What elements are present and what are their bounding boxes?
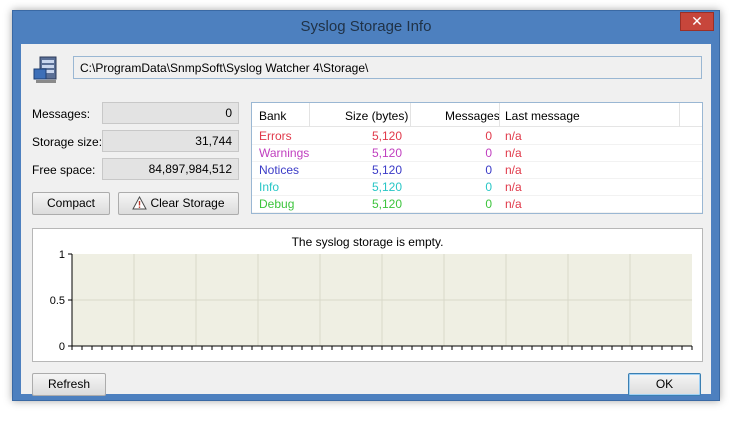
clear-storage-button[interactable]: Clear Storage	[118, 192, 239, 215]
cell-messages: 0	[485, 180, 492, 194]
cell-messages: 0	[485, 163, 492, 177]
bank-table[interactable]: Bank Size (bytes) Messages Last message …	[251, 102, 703, 214]
cell-messages: 0	[485, 197, 492, 211]
messages-value: 0	[102, 102, 239, 124]
warning-triangle-icon	[132, 196, 148, 210]
storage-size-label: Storage size:	[32, 135, 103, 149]
y-tick-label: 0	[59, 341, 65, 353]
messages-label: Messages:	[32, 107, 91, 121]
title-bar[interactable]: Syslog Storage Info ✕	[13, 11, 719, 44]
dialog-window: Syslog Storage Info ✕ C:\ProgramData\Snm…	[12, 10, 720, 401]
cell-last: n/a	[505, 146, 522, 160]
cell-bank: Notices	[259, 163, 300, 177]
bank-table-header: Bank Size (bytes) Messages Last message	[252, 103, 702, 127]
cell-bank: Warnings	[259, 146, 310, 160]
cell-last: n/a	[505, 129, 522, 143]
cell-size: 5,120	[371, 129, 402, 143]
chart-canvas: 10.50	[50, 249, 693, 353]
compact-button-label: Compact	[46, 196, 96, 210]
chart-title: The syslog storage is empty.	[291, 235, 444, 249]
table-row[interactable]: Warnings 5,120 0 n/a	[252, 145, 702, 162]
compact-button[interactable]: Compact	[32, 192, 110, 215]
cell-bank: Info	[259, 180, 280, 194]
table-row[interactable]: Info 5,120 0 n/a	[252, 179, 702, 196]
storage-size-value: 31,744	[102, 130, 239, 152]
clear-storage-label: Clear Storage	[150, 196, 225, 210]
y-tick-label: 0.5	[50, 295, 65, 307]
cell-last: n/a	[505, 197, 522, 211]
cell-bank: Debug	[259, 197, 295, 211]
cell-size: 5,120	[371, 180, 402, 194]
table-row[interactable]: Errors 5,120 0 n/a	[252, 128, 702, 145]
cell-bank: Errors	[259, 129, 292, 143]
col-header-last-message[interactable]: Last message	[505, 109, 580, 123]
free-space-label: Free space:	[32, 163, 96, 177]
cell-last: n/a	[505, 180, 522, 194]
table-row[interactable]: Debug 5,120 0 n/a	[252, 196, 702, 213]
cell-messages: 0	[485, 146, 492, 160]
table-row[interactable]: Notices 5,120 0 n/a	[252, 162, 702, 179]
col-header-messages[interactable]: Messages	[445, 109, 500, 123]
col-header-bank[interactable]: Bank	[259, 109, 286, 123]
ok-button[interactable]: OK	[628, 373, 701, 396]
window-title: Syslog Storage Info	[300, 18, 432, 35]
dialog-client-area: C:\ProgramData\SnmpSoft\Syslog Watcher 4…	[21, 44, 711, 396]
database-server-icon	[33, 56, 57, 83]
cell-messages: 0	[485, 129, 492, 143]
cell-size: 5,120	[371, 163, 402, 177]
free-space-value: 84,897,984,512	[102, 158, 239, 180]
storage-path-field[interactable]: C:\ProgramData\SnmpSoft\Syslog Watcher 4…	[73, 56, 702, 79]
refresh-button-label: Refresh	[47, 377, 91, 391]
refresh-button[interactable]: Refresh	[32, 373, 106, 396]
ok-button-label: OK	[655, 377, 674, 391]
cell-last: n/a	[505, 163, 522, 177]
close-button[interactable]: ✕	[680, 12, 714, 31]
y-tick-label: 1	[59, 249, 65, 261]
cell-size: 5,120	[371, 146, 402, 160]
cell-size: 5,120	[371, 197, 402, 211]
col-header-size[interactable]: Size (bytes)	[345, 109, 408, 123]
storage-chart: 1 0.5 0 The syslog storage is empty.	[32, 228, 703, 362]
